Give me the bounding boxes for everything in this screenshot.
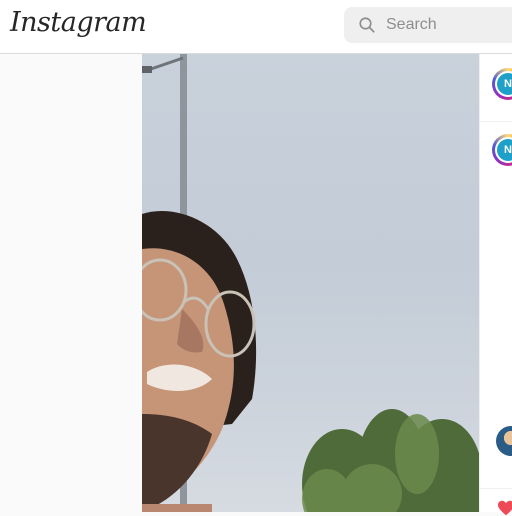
search-icon (359, 17, 375, 33)
avatar-initial: N (497, 139, 512, 161)
search-input[interactable] (386, 7, 512, 43)
search-box[interactable] (344, 7, 512, 43)
divider (480, 121, 512, 122)
post-side-panel: N N (479, 54, 512, 516)
top-navigation-bar: Instagram (0, 0, 512, 54)
heart-icon[interactable] (497, 500, 512, 516)
caption-author-avatar[interactable]: N (492, 134, 512, 166)
video-frame-image (142, 54, 479, 512)
post-author-avatar[interactable]: N (492, 68, 512, 100)
instagram-logo[interactable]: Instagram (10, 7, 147, 38)
divider (480, 488, 512, 489)
avatar-initial: N (497, 73, 512, 95)
page-background (0, 54, 142, 512)
post-video[interactable] (142, 54, 479, 512)
comment-user-avatar[interactable] (496, 426, 512, 456)
